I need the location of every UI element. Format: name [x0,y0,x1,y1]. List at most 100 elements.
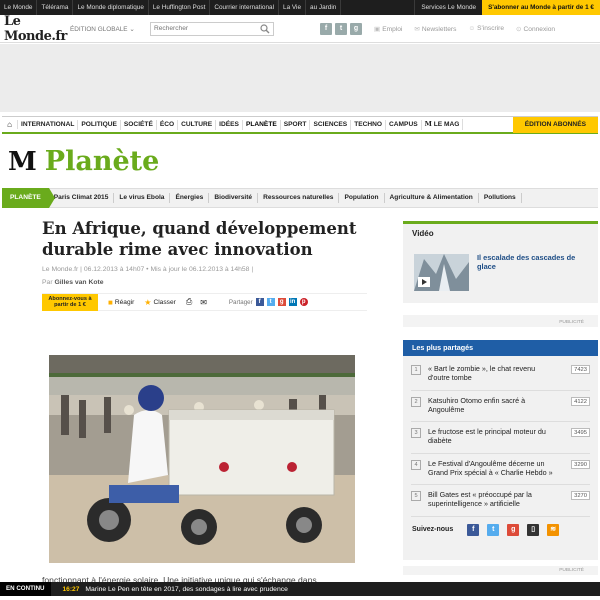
follow-us: Suivez-nous f t g ▯ ≋ [403,517,598,543]
section-header: M Planète [8,146,159,177]
most-shared-link[interactable]: « Bart le zombie », le chat revenu d'out… [428,364,553,382]
most-shared-box: Les plus partagés 1 « Bart le zombie », … [403,340,598,560]
googleplus-icon[interactable]: g [507,523,520,536]
subnav-current-planete[interactable]: PLANÈTE [2,188,55,208]
rank-number: 3 [411,428,421,438]
list-item[interactable]: 3 Le fructose est le principal moteur du… [411,422,590,454]
article-photo [49,355,355,563]
linkedin-share-icon[interactable]: in [288,298,297,306]
print-icon[interactable]: ⎙ [186,297,192,307]
social-links: f t g [320,22,362,35]
mobile-icon[interactable]: ▯ [527,523,540,536]
share-count: 3270 [571,491,590,500]
network-link-diplo[interactable]: Le Monde diplomatique [73,0,149,15]
nav-item-societe[interactable]: SOCIÉTÉ [121,119,157,130]
nav-item-politique[interactable]: POLITIQUE [78,119,121,130]
video-box: Vidéo Il escalade des cascades de glace [403,221,598,303]
signup-link[interactable]: ☺ S'inscrire [468,25,504,32]
network-link-lavie[interactable]: La Vie [279,0,307,15]
most-shared-heading: Les plus partagés [403,340,598,356]
play-icon[interactable] [418,277,430,287]
share-count: 3290 [571,459,590,469]
most-shared-link[interactable]: Le fructose est le principal moteur du d… [428,427,553,445]
nav-item-techno[interactable]: TECHNO [351,119,387,130]
facebook-icon[interactable]: f [467,523,480,536]
network-link-huffpost[interactable]: Le Huffington Post [149,0,211,15]
nav-item-campus[interactable]: CAMPUS [386,119,422,130]
react-button[interactable]: ■ Réagir [108,298,134,307]
nav-item-sport[interactable]: SPORT [281,119,311,130]
article-headline: En Afrique, quand développement durable … [42,219,357,259]
googleplus-share-icon[interactable]: g [277,298,286,306]
share-label: Partager [228,298,253,306]
nav-item-idees[interactable]: IDÉES [216,119,243,130]
site-header: Le Monde.fr ÉDITION GLOBALE ⌄ f t g ▣Emp… [0,14,600,44]
follow-label: Suivez-nous [412,526,454,533]
nav-item-planete[interactable]: PLANÈTE [243,119,281,130]
video-thumbnail[interactable] [414,254,469,291]
subnav-item-population[interactable]: Population [339,193,385,203]
article-meta: Le Monde.fr | 06.12.2013 à 14h07 • Mis à… [42,266,254,273]
googleplus-icon[interactable]: g [350,22,362,35]
nav-item-culture[interactable]: CULTURE [178,119,217,130]
services-link[interactable]: Services Le Monde [414,0,482,15]
edition-abonnes-button[interactable]: ÉDITION ABONNÉS [512,116,598,133]
site-logo[interactable]: Le Monde.fr [0,14,70,44]
rss-icon[interactable]: ≋ [547,523,560,536]
list-item[interactable]: 1 « Bart le zombie », le chat revenu d'o… [411,359,590,391]
subnav-item-ressources[interactable]: Ressources naturelles [258,193,340,203]
home-icon[interactable]: ⌂ [2,120,18,129]
most-shared-link[interactable]: Bill Gates est « préoccupé par la superi… [428,490,553,508]
lock-icon: ⊙ [516,25,522,33]
rank-number: 4 [411,459,421,470]
comment-icon: ■ [108,297,113,307]
ticker-headline[interactable]: Marine Le Pen en tête en 2017, des sonda… [85,586,288,593]
most-shared-link[interactable]: Katsuhiro Otomo enfin sacré à Angoulême [428,396,553,414]
twitter-icon[interactable]: t [335,22,347,35]
network-bar: Le Monde Télérama Le Monde diplomatique … [0,0,600,15]
list-item[interactable]: 4 Le Festival d'Angoulême décerne un Gra… [411,454,590,485]
twitter-share-icon[interactable]: t [266,298,275,306]
ticker-time: 16:27 [62,585,80,593]
share-count: 4122 [571,396,590,406]
newsletters-link[interactable]: ✉ Newsletters [414,25,456,33]
publicite-label: PUBLICITÉ [403,315,598,327]
classer-button[interactable]: ★ Classer [144,298,176,307]
emploi-link[interactable]: ▣ Emploi [374,25,402,33]
network-link-jardin[interactable]: au Jardin [306,0,342,15]
network-link-courrier[interactable]: Courrier international [210,0,280,15]
subnav-item-pollutions[interactable]: Pollutions [479,193,522,203]
news-ticker: EN CONTINU 16:27 Marine Le Pen en tête e… [0,582,600,596]
nav-item-international[interactable]: INTERNATIONAL [18,119,79,130]
search-box [150,21,274,36]
search-input[interactable] [151,22,259,35]
lemonde-m-logo: M [8,146,37,177]
subnav-item-climat[interactable]: Paris Climat 2015 [49,193,115,203]
facebook-share-icon[interactable]: f [255,298,264,306]
search-icon[interactable] [260,23,270,34]
list-item[interactable]: 2 Katsuhiro Otomo enfin sacré à Angoulêm… [411,391,590,422]
lemag-logo: M [424,120,432,128]
subnav-item-ebola[interactable]: Le virus Ebola [114,193,171,203]
subnav-item-biodiversite[interactable]: Biodiversité [209,193,259,203]
publicite-label-2: PUBLICITÉ [403,566,598,575]
email-icon[interactable]: ✉ [200,298,207,307]
nav-item-lemag[interactable]: M LE MAG [422,119,464,130]
nav-item-eco[interactable]: ÉCO [157,119,179,130]
facebook-icon[interactable]: f [320,22,332,35]
subnav-item-agriculture[interactable]: Agriculture & Alimentation [385,193,479,203]
subnav-item-energies[interactable]: Énergies [170,193,210,203]
subscribe-top-button[interactable]: S'abonner au Monde à partir de 1 € [482,0,600,15]
twitter-icon[interactable]: t [487,523,500,536]
ticker-label: EN CONTINU [0,582,51,596]
video-caption-link[interactable]: Il escalade des cascades de glace [477,253,587,271]
section-title: Planète [44,146,160,177]
nav-item-sciences[interactable]: SCIENCES [310,119,352,130]
pinterest-share-icon[interactable]: p [299,298,308,306]
most-shared-link[interactable]: Le Festival d'Angoulême décerne un Grand… [428,459,553,477]
list-item[interactable]: 5 Bill Gates est « préoccupé par la supe… [411,485,590,517]
author-link[interactable]: Gilles van Kote [54,279,103,286]
login-link[interactable]: ⊙ Connexion [516,25,555,33]
subscribe-article-button[interactable]: Abonnez-vous à partir de 1 € [42,293,98,311]
edition-selector[interactable]: ÉDITION GLOBALE ⌄ [70,25,150,33]
